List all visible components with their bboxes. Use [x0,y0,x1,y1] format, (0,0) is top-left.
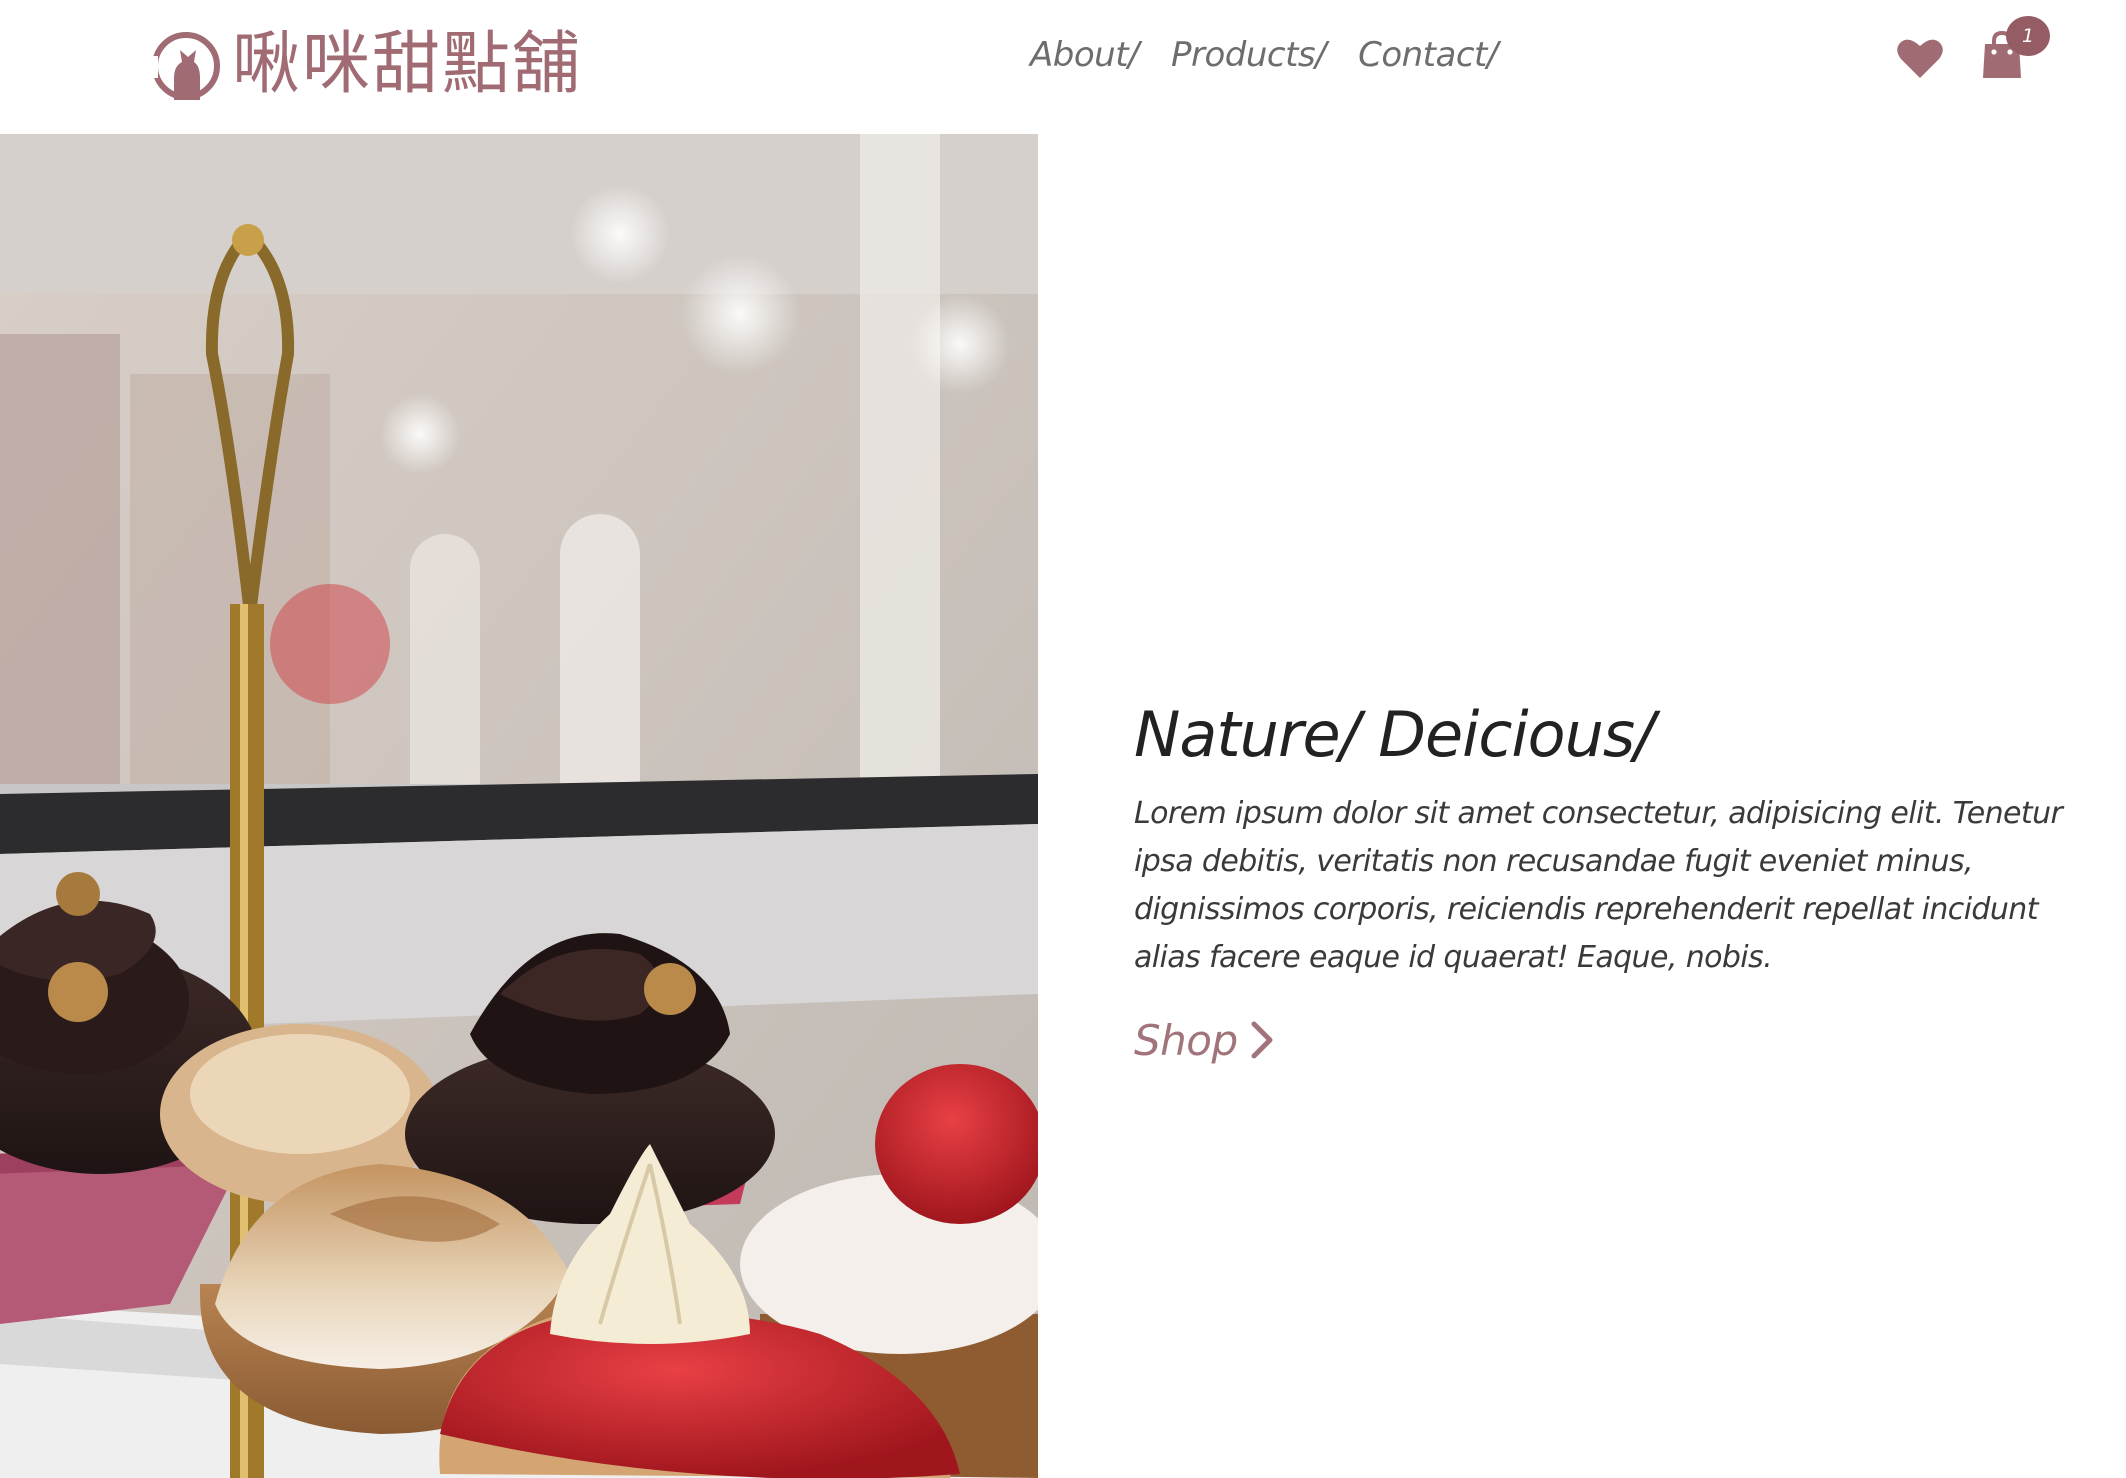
cat-logo-icon [148,32,220,100]
heart-icon[interactable] [1896,36,1944,80]
shop-label: Shop [1134,1015,1238,1065]
hero-title: Nature/ Deicious/ [1134,698,1655,771]
hero-description: Lorem ipsum dolor sit amet consectetur, … [1134,796,2063,975]
cupcakes-photo [0,134,1038,1478]
brand-name: 啾咪甜點舖 [232,25,583,104]
hero-photo [0,134,1038,1478]
main-nav: About/ Products/ Contact/ [1030,30,1498,80]
chevron-right-icon [1251,1021,1273,1059]
nav-products[interactable]: Products/ [1171,35,1327,75]
logo[interactable]: 啾咪甜點舖 [148,26,582,104]
nav-contact[interactable]: Contact/ [1358,35,1498,75]
site-header: 啾咪甜點舖 About/ Products/ Contact/ 1 [0,0,2126,134]
nav-about[interactable]: About/ [1030,35,1139,75]
cart-count-badge: 1 [2006,16,2050,56]
shop-button[interactable]: Shop [1134,1008,1276,1072]
